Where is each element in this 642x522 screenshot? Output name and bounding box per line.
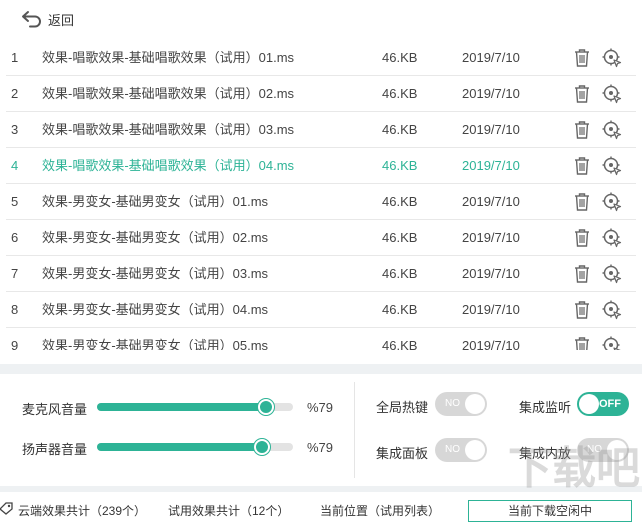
locate-icon[interactable] [602,120,622,140]
file-index: 1 [11,50,19,65]
global-hotkey-label: 全局热键 [376,400,429,415]
integrated-monitor-toggle[interactable]: OFF [577,392,629,416]
trial-effects-total[interactable]: 试用效果共计（12个） [168,502,289,519]
file-size: 46.KB [382,338,418,350]
cloud-effects-total[interactable]: 云端效果共计（239个） [18,502,146,519]
speaker-volume-value: %79 [307,440,334,455]
download-status: 当前下载空闲中 [468,500,632,522]
speaker-volume-slider[interactable] [97,439,293,455]
locate-icon[interactable] [602,264,622,284]
mic-volume-value: %79 [307,400,334,415]
file-name: 效果-唱歌效果-基础唱歌效果（试用）02.ms [42,86,295,101]
slider-knob[interactable] [257,399,274,415]
trash-icon[interactable] [573,84,591,104]
file-size: 46.KB [382,50,418,65]
status-bar: 云端效果共计（239个） 试用效果共计（12个） 当前位置（试用列表） 当前下载… [0,496,642,522]
file-index: 9 [11,338,19,350]
file-index: 8 [11,302,19,317]
effect-file-list[interactable]: 1 效果-唱歌效果-基础唱歌效果（试用）01.ms 46.KB 2019/7/10 2 效… [0,40,642,350]
panel-divider [354,382,355,478]
integrated-playback-label: 集成内放 [519,446,572,461]
trash-icon[interactable] [573,156,591,176]
file-name: 效果-男变女-基础男变女（试用）03.ms [42,266,269,281]
file-row[interactable]: 9 效果-男变女-基础男变女（试用）05.ms 46.KB 2019/7/10 [6,328,636,350]
locate-icon[interactable] [602,300,622,320]
file-index: 2 [11,86,19,101]
integrated-playback-toggle[interactable]: NO [577,438,629,462]
file-name: 效果-男变女-基础男变女（试用）02.ms [42,230,269,245]
file-size: 46.KB [382,194,418,209]
file-row[interactable]: 6 效果-男变女-基础男变女（试用）02.ms 46.KB 2019/7/10 [6,220,636,256]
file-date: 2019/7/10 [462,302,520,317]
file-name: 效果-男变女-基础男变女（试用）04.ms [42,302,269,317]
mic-volume-slider[interactable] [97,399,293,415]
trash-icon[interactable] [573,48,591,68]
trash-icon[interactable] [573,336,591,350]
file-row[interactable]: 5 效果-男变女-基础男变女（试用）01.ms 46.KB 2019/7/10 [6,184,636,220]
speaker-volume-label: 扬声器音量 [22,442,88,457]
file-size: 46.KB [382,158,418,173]
file-index: 6 [11,230,19,245]
integrated-panel-toggle[interactable]: NO [435,438,487,462]
slider-knob[interactable] [253,439,270,455]
locate-icon[interactable] [602,84,622,104]
file-date: 2019/7/10 [462,122,520,137]
trash-icon[interactable] [573,264,591,284]
slider-fill [97,443,262,451]
file-size: 46.KB [382,266,418,281]
file-date: 2019/7/10 [462,338,520,350]
file-size: 46.KB [382,302,418,317]
file-name: 效果-唱歌效果-基础唱歌效果（试用）03.ms [42,122,295,137]
cloud-tag-icon [0,501,14,518]
back-arrow-icon [22,11,41,28]
locate-icon[interactable] [602,336,622,350]
file-date: 2019/7/10 [462,230,520,245]
integrated-monitor-label: 集成监听 [519,400,572,415]
file-index: 7 [11,266,19,281]
section-separator [0,364,642,374]
file-row[interactable]: 3 效果-唱歌效果-基础唱歌效果（试用）03.ms 46.KB 2019/7/10 [6,112,636,148]
current-position: 当前位置（试用列表） [320,504,441,518]
file-row[interactable]: 1 效果-唱歌效果-基础唱歌效果（试用）01.ms 46.KB 2019/7/10 [6,40,636,76]
trash-icon[interactable] [573,120,591,140]
file-index: 4 [11,158,19,173]
file-date: 2019/7/10 [462,86,520,101]
locate-icon[interactable] [602,192,622,212]
audio-control-panel: 麦克风音量 %79 扬声器音量 %79 全局热键 NO 集成监听 OFF 集成面… [0,374,642,486]
file-size: 46.KB [382,122,418,137]
file-name: 效果-唱歌效果-基础唱歌效果（试用）04.ms [42,158,295,173]
global-hotkey-toggle[interactable]: NO [435,392,487,416]
locate-icon[interactable] [602,48,622,68]
file-name: 效果-唱歌效果-基础唱歌效果（试用）01.ms [42,50,295,65]
locate-icon[interactable] [602,228,622,248]
back-button[interactable]: 返回 [20,9,74,29]
back-label: 返回 [48,12,75,28]
file-name: 效果-男变女-基础男变女（试用）01.ms [42,194,269,209]
file-date: 2019/7/10 [462,194,520,209]
file-row[interactable]: 8 效果-男变女-基础男变女（试用）04.ms 46.KB 2019/7/10 [6,292,636,328]
file-row[interactable]: 4 效果-唱歌效果-基础唱歌效果（试用）04.ms 46.KB 2019/7/10 [6,148,636,184]
file-index: 5 [11,194,19,209]
file-row[interactable]: 7 效果-男变女-基础男变女（试用）03.ms 46.KB 2019/7/10 [6,256,636,292]
file-size: 46.KB [382,230,418,245]
trash-icon[interactable] [573,300,591,320]
status-separator [0,486,642,492]
file-size: 46.KB [382,86,418,101]
trash-icon[interactable] [573,228,591,248]
file-row[interactable]: 2 效果-唱歌效果-基础唱歌效果（试用）02.ms 46.KB 2019/7/10 [6,76,636,112]
mic-volume-label: 麦克风音量 [22,402,88,417]
slider-fill [97,403,266,411]
file-name: 效果-男变女-基础男变女（试用）05.ms [42,338,269,350]
integrated-panel-label: 集成面板 [376,446,429,461]
file-date: 2019/7/10 [462,266,520,281]
file-date: 2019/7/10 [462,50,520,65]
file-index: 3 [11,122,19,137]
trash-icon[interactable] [573,192,591,212]
file-date: 2019/7/10 [462,158,520,173]
locate-icon[interactable] [602,156,622,176]
